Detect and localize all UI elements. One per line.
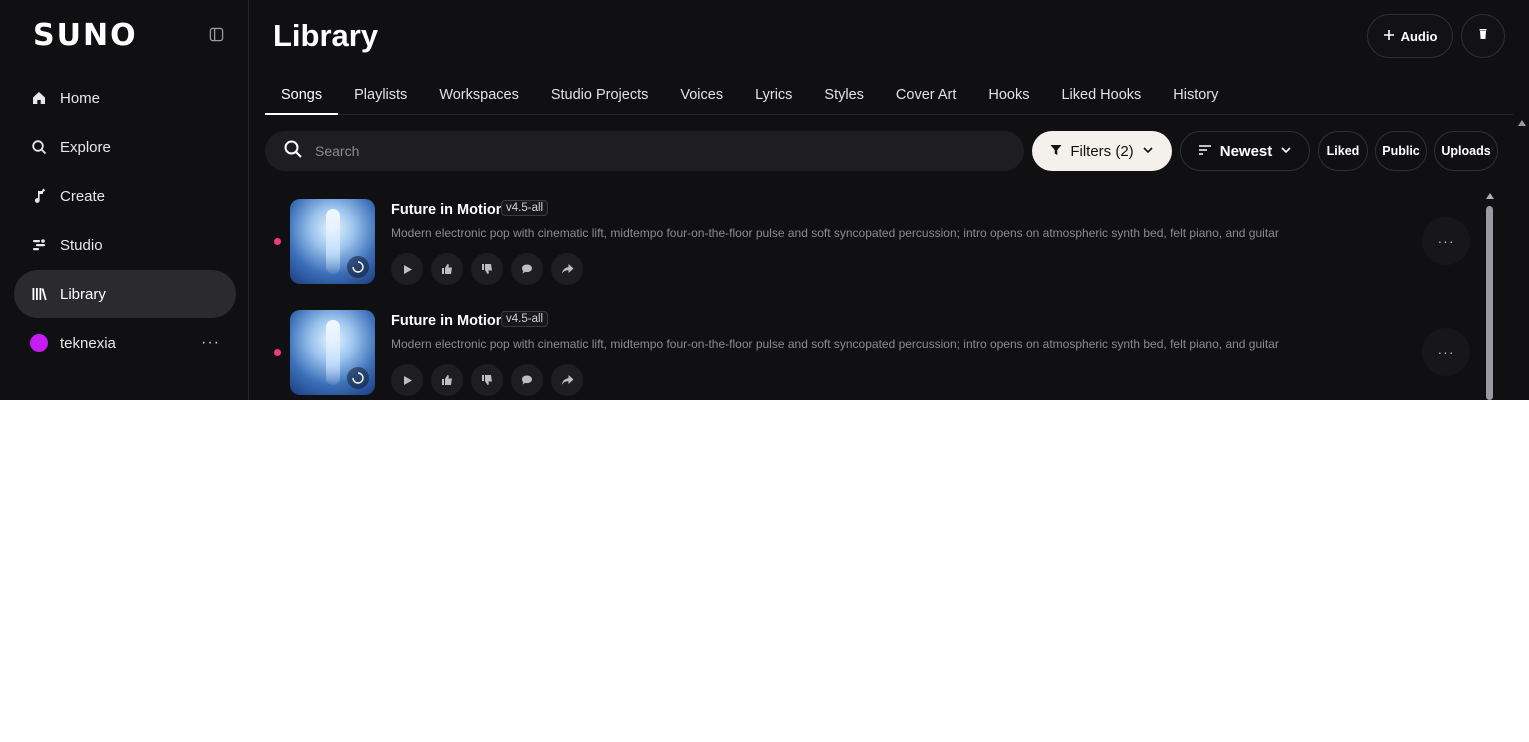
loading-spinner-icon [347, 367, 369, 389]
dislike-button[interactable] [471, 253, 503, 285]
tab-workspaces[interactable]: Workspaces [423, 76, 535, 114]
liked-filter-pill[interactable]: Liked [1318, 131, 1368, 171]
song-list: Future in Motion v4.5-all Modern electro… [250, 186, 1529, 400]
search-icon [283, 139, 303, 164]
sidebar-item-user[interactable]: teknexia ··· [14, 319, 236, 367]
page-title: Library [273, 18, 379, 53]
song-more-button[interactable]: ··· [1422, 328, 1470, 376]
song-more-button[interactable]: ··· [1422, 217, 1470, 265]
song-actions [391, 364, 583, 396]
song-title[interactable]: Future in Motion [391, 202, 505, 218]
sidebar-item-label: Studio [60, 236, 103, 254]
page-scroll-up-arrow[interactable] [1518, 120, 1526, 126]
comment-icon [522, 375, 532, 385]
filter-funnel-icon [1050, 143, 1062, 160]
new-indicator-dot [274, 349, 281, 356]
avatar [30, 334, 48, 352]
uploads-filter-pill[interactable]: Uploads [1434, 131, 1498, 171]
song-description: Modern electronic pop with cinematic lif… [391, 226, 1281, 240]
dislike-button[interactable] [471, 364, 503, 396]
thumbs-up-icon [442, 375, 452, 385]
tab-hooks[interactable]: Hooks [972, 76, 1045, 114]
share-arrow-icon [561, 264, 573, 274]
search-input[interactable] [313, 142, 967, 160]
play-icon [403, 375, 412, 385]
chevron-down-icon [1142, 143, 1154, 160]
add-audio-label: Audio [1400, 28, 1438, 44]
thumbs-up-icon [442, 264, 452, 274]
sidebar-item-home[interactable]: Home [14, 74, 236, 122]
filters-label: Filters (2) [1070, 142, 1134, 160]
library-tabs: Songs Playlists Workspaces Studio Projec… [265, 76, 1513, 115]
sidebar-item-label: Create [60, 187, 106, 205]
tab-voices[interactable]: Voices [664, 76, 739, 114]
song-description: Modern electronic pop with cinematic lif… [391, 337, 1281, 351]
search-bar[interactable] [265, 131, 1024, 171]
trash-icon [1477, 27, 1489, 45]
tab-history[interactable]: History [1157, 76, 1234, 114]
like-button[interactable] [431, 364, 463, 396]
user-more-icon[interactable]: ··· [201, 334, 220, 352]
comment-button[interactable] [511, 364, 543, 396]
suno-logo[interactable]: SUNO [33, 18, 138, 53]
comment-icon [522, 264, 532, 274]
tab-lyrics[interactable]: Lyrics [739, 76, 808, 114]
sidebar-item-studio[interactable]: Studio [14, 221, 236, 269]
plus-icon [1383, 29, 1395, 44]
studio-icon [30, 236, 48, 254]
song-cover-art[interactable] [290, 310, 375, 395]
tab-studio-projects[interactable]: Studio Projects [535, 76, 665, 114]
add-audio-button[interactable]: Audio [1367, 14, 1453, 58]
music-note-icon [30, 187, 48, 205]
version-badge: v4.5-all [501, 311, 549, 327]
sidebar-collapse-icon[interactable] [206, 24, 226, 44]
like-button[interactable] [431, 253, 463, 285]
main-content: Library Audio Songs Playlists Workspaces… [250, 0, 1529, 400]
tab-liked-hooks[interactable]: Liked Hooks [1045, 76, 1157, 114]
song-cover-art[interactable] [290, 199, 375, 284]
loading-spinner-icon [347, 256, 369, 278]
tab-styles[interactable]: Styles [808, 76, 880, 114]
sidebar-nav: Home Explore Create Studio Library tekne… [14, 74, 236, 368]
version-badge: v4.5-all [501, 200, 549, 216]
song-row[interactable]: Future in Motion v4.5-all Modern electro… [250, 297, 1529, 400]
sidebar-item-label: Home [60, 89, 101, 107]
public-filter-pill[interactable]: Public [1375, 131, 1427, 171]
tab-cover-art[interactable]: Cover Art [880, 76, 972, 114]
chevron-down-icon [1280, 143, 1292, 160]
sort-label: Newest [1219, 142, 1273, 160]
list-scroll-up-arrow[interactable] [1486, 193, 1494, 199]
song-row[interactable]: Future in Motion v4.5-all Modern electro… [250, 186, 1529, 297]
share-button[interactable] [551, 364, 583, 396]
play-button[interactable] [391, 364, 423, 396]
library-icon [30, 285, 48, 303]
play-icon [403, 264, 412, 274]
sidebar: SUNO Home Explore Create Studio Library … [0, 0, 249, 400]
user-name: teknexia [60, 334, 116, 352]
sidebar-item-explore[interactable]: Explore [14, 123, 236, 171]
thumbs-down-icon [482, 375, 492, 385]
home-icon [30, 89, 48, 107]
thumbs-down-icon [482, 264, 492, 274]
song-title[interactable]: Future in Motion [391, 313, 505, 329]
play-button[interactable] [391, 253, 423, 285]
sidebar-item-library[interactable]: Library [14, 270, 236, 318]
search-icon [30, 138, 48, 156]
song-actions [391, 253, 583, 285]
tab-playlists[interactable]: Playlists [338, 76, 423, 114]
sidebar-item-label: Library [60, 285, 106, 303]
sort-dropdown[interactable]: Newest [1180, 131, 1310, 171]
app-window: SUNO Home Explore Create Studio Library … [0, 0, 1529, 400]
trash-button[interactable] [1461, 14, 1505, 58]
new-indicator-dot [274, 238, 281, 245]
comment-button[interactable] [511, 253, 543, 285]
sidebar-item-create[interactable]: Create [14, 172, 236, 220]
filters-button[interactable]: Filters (2) [1032, 131, 1172, 171]
tab-songs[interactable]: Songs [265, 76, 339, 115]
share-button[interactable] [551, 253, 583, 285]
list-scrollbar[interactable] [1486, 206, 1493, 400]
share-arrow-icon [561, 375, 573, 385]
sort-lines-icon [1198, 143, 1212, 160]
sidebar-item-label: Explore [60, 138, 111, 156]
